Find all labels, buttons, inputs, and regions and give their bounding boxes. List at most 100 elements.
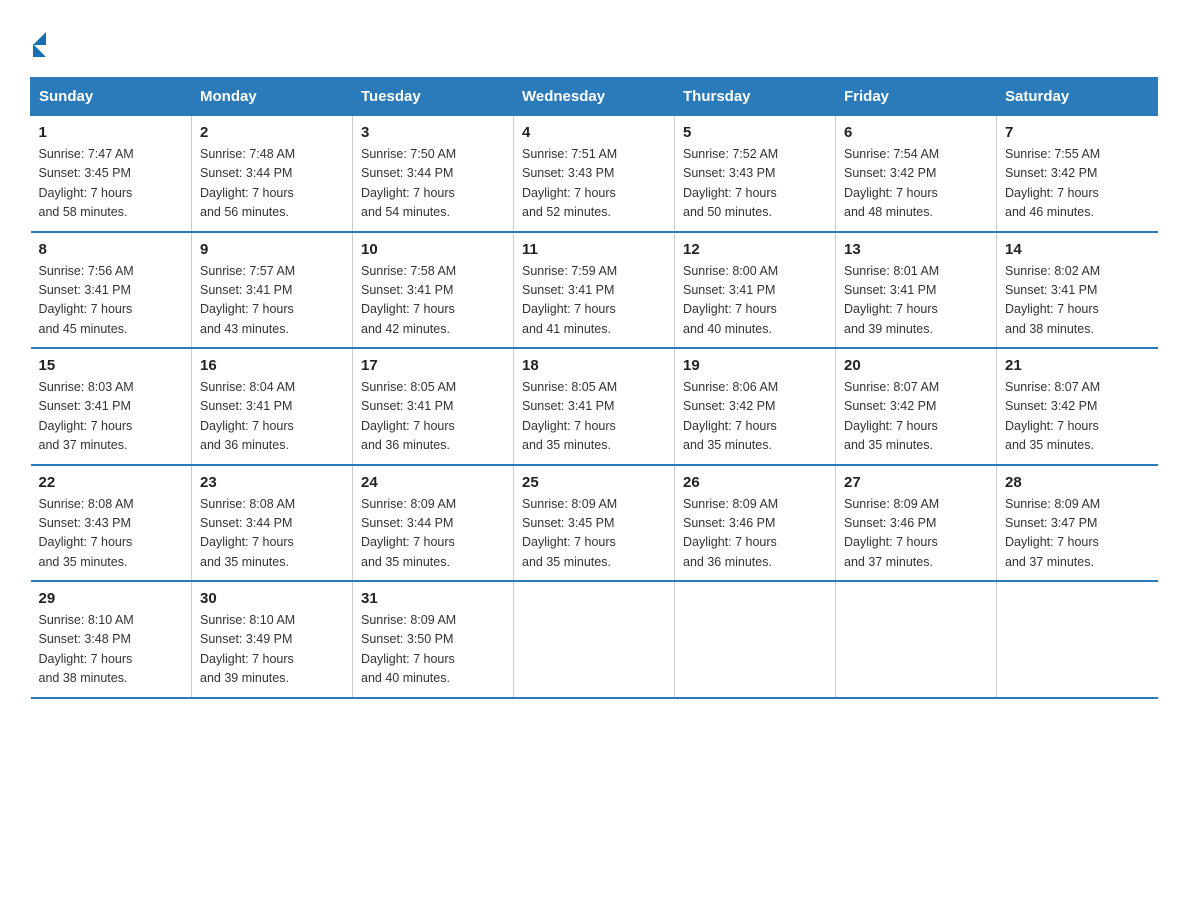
day-number: 10 [361, 241, 505, 258]
day-number: 6 [844, 124, 988, 141]
day-number: 13 [844, 241, 988, 258]
calendar-cell: 25 Sunrise: 8:09 AMSunset: 3:45 PMDayligh… [514, 465, 675, 582]
day-info: Sunrise: 8:08 AMSunset: 3:44 PMDaylight:… [200, 495, 344, 573]
day-number: 14 [1005, 241, 1150, 258]
day-number: 31 [361, 590, 505, 607]
day-info: Sunrise: 8:07 AMSunset: 3:42 PMDaylight:… [844, 378, 988, 456]
day-info: Sunrise: 8:07 AMSunset: 3:42 PMDaylight:… [1005, 378, 1150, 456]
day-number: 27 [844, 474, 988, 491]
day-info: Sunrise: 7:56 AMSunset: 3:41 PMDaylight:… [39, 262, 184, 340]
day-info: Sunrise: 8:09 AMSunset: 3:45 PMDaylight:… [522, 495, 666, 573]
day-info: Sunrise: 8:10 AMSunset: 3:48 PMDaylight:… [39, 611, 184, 689]
calendar-cell: 28 Sunrise: 8:09 AMSunset: 3:47 PMDayligh… [997, 465, 1158, 582]
calendar-cell: 11 Sunrise: 7:59 AMSunset: 3:41 PMDayligh… [514, 232, 675, 349]
calendar-cell: 15Sunrise: 8:03 AMSunset: 3:41 PMDayligh… [31, 348, 192, 465]
day-info: Sunrise: 8:05 AMSunset: 3:41 PMDaylight:… [361, 378, 505, 456]
day-number: 9 [200, 241, 344, 258]
calendar-week-row: 15Sunrise: 8:03 AMSunset: 3:41 PMDayligh… [31, 348, 1158, 465]
calendar-cell: 1 Sunrise: 7:47 AMSunset: 3:45 PMDaylight… [31, 116, 192, 232]
day-number: 28 [1005, 474, 1150, 491]
day-number: 22 [39, 474, 184, 491]
calendar-cell: 29 Sunrise: 8:10 AMSunset: 3:48 PMDayligh… [31, 581, 192, 698]
day-number: 11 [522, 241, 666, 258]
calendar-cell [675, 581, 836, 698]
day-number: 16 [200, 357, 344, 374]
header-friday: Friday [836, 78, 997, 116]
calendar-header-row: SundayMondayTuesdayWednesdayThursdayFrid… [31, 78, 1158, 116]
day-info: Sunrise: 8:00 AMSunset: 3:41 PMDaylight:… [683, 262, 827, 340]
header-tuesday: Tuesday [353, 78, 514, 116]
day-info: Sunrise: 7:54 AMSunset: 3:42 PMDaylight:… [844, 145, 988, 223]
day-info: Sunrise: 7:59 AMSunset: 3:41 PMDaylight:… [522, 262, 666, 340]
day-info: Sunrise: 8:06 AMSunset: 3:42 PMDaylight:… [683, 378, 827, 456]
calendar-week-row: 29 Sunrise: 8:10 AMSunset: 3:48 PMDayligh… [31, 581, 1158, 698]
day-number: 3 [361, 124, 505, 141]
day-info: Sunrise: 8:09 AMSunset: 3:50 PMDaylight:… [361, 611, 505, 689]
calendar-table: SundayMondayTuesdayWednesdayThursdayFrid… [30, 77, 1158, 699]
calendar-cell: 6 Sunrise: 7:54 AMSunset: 3:42 PMDaylight… [836, 116, 997, 232]
calendar-cell: 13Sunrise: 8:01 AMSunset: 3:41 PMDayligh… [836, 232, 997, 349]
header-thursday: Thursday [675, 78, 836, 116]
page-header [30, 20, 1158, 57]
calendar-week-row: 22 Sunrise: 8:08 AMSunset: 3:43 PMDayligh… [31, 465, 1158, 582]
calendar-cell: 22 Sunrise: 8:08 AMSunset: 3:43 PMDayligh… [31, 465, 192, 582]
day-number: 20 [844, 357, 988, 374]
header-saturday: Saturday [997, 78, 1158, 116]
calendar-cell: 14 Sunrise: 8:02 AMSunset: 3:41 PMDayligh… [997, 232, 1158, 349]
day-info: Sunrise: 8:10 AMSunset: 3:49 PMDaylight:… [200, 611, 344, 689]
day-number: 5 [683, 124, 827, 141]
calendar-cell [514, 581, 675, 698]
day-number: 17 [361, 357, 505, 374]
day-info: Sunrise: 8:04 AMSunset: 3:41 PMDaylight:… [200, 378, 344, 456]
calendar-cell: 4 Sunrise: 7:51 AMSunset: 3:43 PMDaylight… [514, 116, 675, 232]
header-monday: Monday [192, 78, 353, 116]
day-number: 2 [200, 124, 344, 141]
calendar-cell: 10 Sunrise: 7:58 AMSunset: 3:41 PMDayligh… [353, 232, 514, 349]
calendar-cell: 9 Sunrise: 7:57 AMSunset: 3:41 PMDaylight… [192, 232, 353, 349]
calendar-cell: 26 Sunrise: 8:09 AMSunset: 3:46 PMDayligh… [675, 465, 836, 582]
calendar-cell: 12 Sunrise: 8:00 AMSunset: 3:41 PMDayligh… [675, 232, 836, 349]
day-info: Sunrise: 7:55 AMSunset: 3:42 PMDaylight:… [1005, 145, 1150, 223]
day-number: 25 [522, 474, 666, 491]
day-info: Sunrise: 7:52 AMSunset: 3:43 PMDaylight:… [683, 145, 827, 223]
header-sunday: Sunday [31, 78, 192, 116]
day-info: Sunrise: 8:03 AMSunset: 3:41 PMDaylight:… [39, 378, 184, 456]
calendar-cell: 5 Sunrise: 7:52 AMSunset: 3:43 PMDaylight… [675, 116, 836, 232]
calendar-cell [836, 581, 997, 698]
day-number: 24 [361, 474, 505, 491]
day-info: Sunrise: 8:02 AMSunset: 3:41 PMDaylight:… [1005, 262, 1150, 340]
day-info: Sunrise: 7:50 AMSunset: 3:44 PMDaylight:… [361, 145, 505, 223]
calendar-cell: 20 Sunrise: 8:07 AMSunset: 3:42 PMDayligh… [836, 348, 997, 465]
calendar-cell: 3 Sunrise: 7:50 AMSunset: 3:44 PMDaylight… [353, 116, 514, 232]
day-info: Sunrise: 8:09 AMSunset: 3:47 PMDaylight:… [1005, 495, 1150, 573]
calendar-cell: 21 Sunrise: 8:07 AMSunset: 3:42 PMDayligh… [997, 348, 1158, 465]
day-number: 23 [200, 474, 344, 491]
day-number: 29 [39, 590, 184, 607]
day-info: Sunrise: 8:09 AMSunset: 3:46 PMDaylight:… [683, 495, 827, 573]
calendar-cell: 17 Sunrise: 8:05 AMSunset: 3:41 PMDayligh… [353, 348, 514, 465]
day-number: 8 [39, 241, 184, 258]
day-number: 12 [683, 241, 827, 258]
day-number: 19 [683, 357, 827, 374]
day-info: Sunrise: 7:51 AMSunset: 3:43 PMDaylight:… [522, 145, 666, 223]
day-number: 18 [522, 357, 666, 374]
calendar-cell: 16 Sunrise: 8:04 AMSunset: 3:41 PMDayligh… [192, 348, 353, 465]
day-number: 26 [683, 474, 827, 491]
day-number: 4 [522, 124, 666, 141]
calendar-cell: 18Sunrise: 8:05 AMSunset: 3:41 PMDayligh… [514, 348, 675, 465]
day-info: Sunrise: 7:47 AMSunset: 3:45 PMDaylight:… [39, 145, 184, 223]
day-info: Sunrise: 7:58 AMSunset: 3:41 PMDaylight:… [361, 262, 505, 340]
day-number: 7 [1005, 124, 1150, 141]
calendar-cell: 2Sunrise: 7:48 AMSunset: 3:44 PMDaylight… [192, 116, 353, 232]
calendar-cell: 31 Sunrise: 8:09 AMSunset: 3:50 PMDayligh… [353, 581, 514, 698]
calendar-cell: 7 Sunrise: 7:55 AMSunset: 3:42 PMDaylight… [997, 116, 1158, 232]
day-number: 1 [39, 124, 184, 141]
day-info: Sunrise: 7:57 AMSunset: 3:41 PMDaylight:… [200, 262, 344, 340]
calendar-cell [997, 581, 1158, 698]
day-info: Sunrise: 8:09 AMSunset: 3:46 PMDaylight:… [844, 495, 988, 573]
day-number: 30 [200, 590, 344, 607]
day-number: 21 [1005, 357, 1150, 374]
calendar-week-row: 1 Sunrise: 7:47 AMSunset: 3:45 PMDaylight… [31, 116, 1158, 232]
day-info: Sunrise: 8:08 AMSunset: 3:43 PMDaylight:… [39, 495, 184, 573]
calendar-cell: 8 Sunrise: 7:56 AMSunset: 3:41 PMDaylight… [31, 232, 192, 349]
